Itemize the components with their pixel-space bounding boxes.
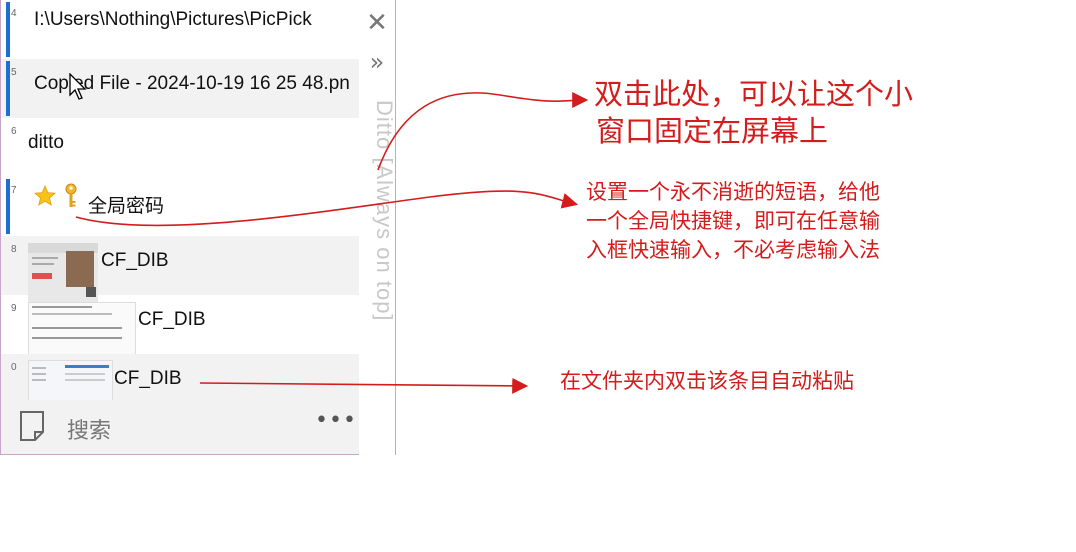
clip-thumbnail xyxy=(28,243,98,303)
window-title-vertical[interactable]: Ditto [Always on top] xyxy=(361,100,397,400)
more-options-button[interactable]: ••• xyxy=(315,408,357,433)
annotation-line: 双击此处，可以让这个小 xyxy=(594,77,914,111)
clip-row-9[interactable]: 9 CF_DIB xyxy=(1,295,359,362)
annotation-pin-window: 双击此处，可以让这个小 窗口固定在屏幕上 xyxy=(594,76,913,150)
clip-index: 5 xyxy=(11,67,17,78)
key-icon xyxy=(65,183,77,207)
clip-thumbnail xyxy=(28,302,136,362)
arrow-to-title xyxy=(377,92,589,171)
annotation-auto-paste: 在文件夹内双击该条目自动粘贴 xyxy=(560,367,854,396)
clip-index: 9 xyxy=(11,303,17,314)
clip-text: CF_DIB xyxy=(138,309,206,330)
ditto-window[interactable]: 4 I:\Users\Nothing\Pictures\PicPick 5 Co… xyxy=(0,0,397,455)
clip-row-8[interactable]: 8 CF_DIB xyxy=(1,236,359,303)
clip-row-0[interactable]: 0 CF_DIB xyxy=(1,354,359,400)
clip-list[interactable]: 4 I:\Users\Nothing\Pictures\PicPick 5 Co… xyxy=(1,0,359,400)
mouse-cursor-icon xyxy=(69,73,87,100)
selection-bar xyxy=(6,61,10,116)
search-input[interactable]: 搜索 xyxy=(67,413,111,445)
clip-text: CF_DIB xyxy=(101,250,169,271)
clip-text: CF_DIB xyxy=(114,368,182,389)
clipboard-icon[interactable] xyxy=(19,410,45,442)
clip-row-5[interactable]: 5 Copied File - 2024-10-19 16 25 48.pn xyxy=(1,59,359,118)
clip-row-6[interactable]: 6 ditto xyxy=(1,118,359,177)
clip-text: ditto xyxy=(28,132,64,153)
clip-row-4[interactable]: 4 I:\Users\Nothing\Pictures\PicPick xyxy=(1,0,359,59)
selection-bar xyxy=(6,179,10,234)
clip-thumbnail xyxy=(28,360,113,400)
annotation-line: 窗口固定在屏幕上 xyxy=(596,114,829,148)
clip-text: I:\Users\Nothing\Pictures\PicPick xyxy=(34,9,312,30)
annotation-line: 设置一个永不消逝的短语，给他 xyxy=(586,180,880,204)
footer-bar: 搜索 ••• xyxy=(1,400,359,454)
clip-index: 0 xyxy=(11,362,17,373)
close-button[interactable]: ✕ xyxy=(359,8,395,48)
clip-index: 7 xyxy=(11,185,17,196)
annotation-global-phrase: 设置一个永不消逝的短语，给他 一个全局快捷键，即可在任意输 入框快速输入，不必考… xyxy=(586,178,880,265)
selection-bar xyxy=(6,2,10,57)
clip-row-7[interactable]: 7 全局密码 xyxy=(1,177,359,236)
clip-index: 8 xyxy=(11,244,17,255)
annotation-line: 一个全局快捷键，即可在任意输 xyxy=(586,209,880,233)
clip-index: 6 xyxy=(11,126,17,137)
window-sidebar: ✕ » Ditto [Always on top] xyxy=(359,0,397,455)
clip-index: 4 xyxy=(11,8,17,19)
clip-text: 全局密码 xyxy=(88,196,165,217)
annotation-line: 入框快速输入，不必考虑输入法 xyxy=(586,238,880,262)
star-icon xyxy=(34,185,56,206)
collapse-button[interactable]: » xyxy=(359,48,395,88)
annotation-line: 在文件夹内双击该条目自动粘贴 xyxy=(560,369,854,393)
